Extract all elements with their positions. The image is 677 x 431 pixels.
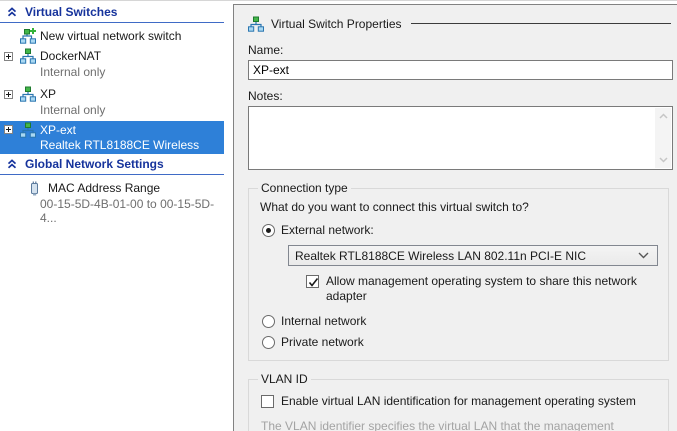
connection-type-title: Connection type bbox=[258, 181, 351, 195]
tree-item-label: New virtual network switch bbox=[40, 29, 181, 43]
properties-header: Virtual Switch Properties bbox=[248, 15, 673, 32]
virtual-switch-manager-window: Virtual Switches New virtual network swi… bbox=[0, 0, 677, 431]
scroll-up-icon[interactable] bbox=[659, 113, 668, 119]
private-network-label: Private network bbox=[281, 335, 364, 349]
tree-item-sublabel: Internal only bbox=[0, 103, 224, 117]
enable-vlan-checkbox[interactable] bbox=[261, 395, 274, 408]
tree-item-new-virtual-switch[interactable]: New virtual network switch bbox=[0, 27, 224, 45]
notes-textarea[interactable] bbox=[248, 106, 673, 170]
tree-item-label: DockerNAT bbox=[40, 49, 101, 63]
switch-tree-panel: Virtual Switches New virtual network swi… bbox=[0, 2, 224, 431]
virtual-switch-icon bbox=[20, 86, 36, 102]
private-network-radio[interactable] bbox=[262, 336, 275, 349]
external-network-radio-row[interactable]: External network: bbox=[262, 223, 658, 237]
vlan-id-group: VLAN ID Enable virtual LAN identificatio… bbox=[248, 372, 669, 431]
expand-icon[interactable] bbox=[4, 90, 13, 99]
checkmark-icon bbox=[307, 276, 320, 289]
collapse-section-icon bbox=[7, 7, 17, 17]
connection-type-group: Connection type What do you want to conn… bbox=[248, 181, 669, 361]
internal-network-radio-row[interactable]: Internal network bbox=[262, 314, 658, 328]
tree-section-virtual-switches[interactable]: Virtual Switches bbox=[0, 2, 224, 23]
enable-vlan-label: Enable virtual LAN identification for ma… bbox=[281, 394, 636, 409]
internal-network-label: Internal network bbox=[281, 314, 366, 328]
tree-section-global-network-settings[interactable]: Global Network Settings bbox=[0, 154, 224, 175]
tree-item-sublabel: Realtek RTL8188CE Wireless LAN ... bbox=[0, 138, 224, 154]
tree-item-sublabel: 00-15-5D-4B-01-00 to 00-15-5D-4... bbox=[0, 197, 224, 211]
virtual-switch-icon bbox=[20, 122, 36, 138]
tree-item-sublabel: Internal only bbox=[0, 65, 224, 79]
tree-item-xp-ext[interactable]: XP-ext bbox=[0, 121, 224, 138]
header-rule bbox=[411, 23, 672, 24]
tree-item-label: XP bbox=[40, 87, 56, 101]
notes-scrollbar[interactable] bbox=[655, 108, 671, 168]
connection-question: What do you want to connect this virtual… bbox=[258, 200, 658, 214]
name-input[interactable] bbox=[248, 60, 673, 80]
internal-network-radio[interactable] bbox=[262, 315, 275, 328]
chevron-down-icon bbox=[638, 252, 649, 259]
external-network-radio[interactable] bbox=[262, 224, 275, 237]
tree-item-label: MAC Address Range bbox=[48, 181, 160, 195]
section-title: Global Network Settings bbox=[25, 157, 164, 171]
network-adapter-dropdown[interactable]: Realtek RTL8188CE Wireless LAN 802.11n P… bbox=[288, 245, 658, 266]
allow-share-checkbox[interactable] bbox=[306, 275, 319, 288]
properties-title: Virtual Switch Properties bbox=[271, 17, 402, 31]
expand-icon[interactable] bbox=[4, 125, 13, 134]
expand-icon[interactable] bbox=[4, 52, 13, 61]
vlan-id-title: VLAN ID bbox=[258, 372, 311, 386]
allow-share-checkbox-row[interactable]: Allow management operating system to sha… bbox=[306, 274, 658, 304]
allow-share-label: Allow management operating system to sha… bbox=[326, 274, 658, 304]
tree-item-dockernat[interactable]: DockerNAT bbox=[0, 47, 224, 65]
tree-item-mac-address-range[interactable]: MAC Address Range bbox=[0, 179, 224, 197]
tree-item-xp[interactable]: XP bbox=[0, 85, 224, 103]
name-label: Name: bbox=[248, 43, 673, 57]
tree-item-xp-ext-selected[interactable]: XP-ext Realtek RTL8188CE Wireless LAN ..… bbox=[0, 121, 224, 154]
tree-item-label: XP-ext bbox=[40, 123, 76, 137]
virtual-switch-icon bbox=[20, 48, 36, 64]
notes-label: Notes: bbox=[248, 89, 673, 103]
scroll-down-icon[interactable] bbox=[659, 157, 668, 163]
selected-adapter: Realtek RTL8188CE Wireless LAN 802.11n P… bbox=[295, 249, 586, 263]
vlan-description: The VLAN identifier specifies the virtua… bbox=[258, 419, 658, 431]
external-network-label: External network: bbox=[281, 223, 374, 237]
enable-vlan-checkbox-row[interactable]: Enable virtual LAN identification for ma… bbox=[261, 394, 658, 409]
network-adapter-icon bbox=[26, 180, 42, 196]
private-network-radio-row[interactable]: Private network bbox=[262, 335, 658, 349]
new-virtual-switch-icon bbox=[20, 28, 36, 44]
properties-pane: Virtual Switch Properties Name: Notes: C… bbox=[233, 4, 677, 431]
virtual-switch-icon bbox=[248, 16, 264, 32]
collapse-section-icon bbox=[7, 159, 17, 169]
section-title: Virtual Switches bbox=[25, 5, 117, 19]
